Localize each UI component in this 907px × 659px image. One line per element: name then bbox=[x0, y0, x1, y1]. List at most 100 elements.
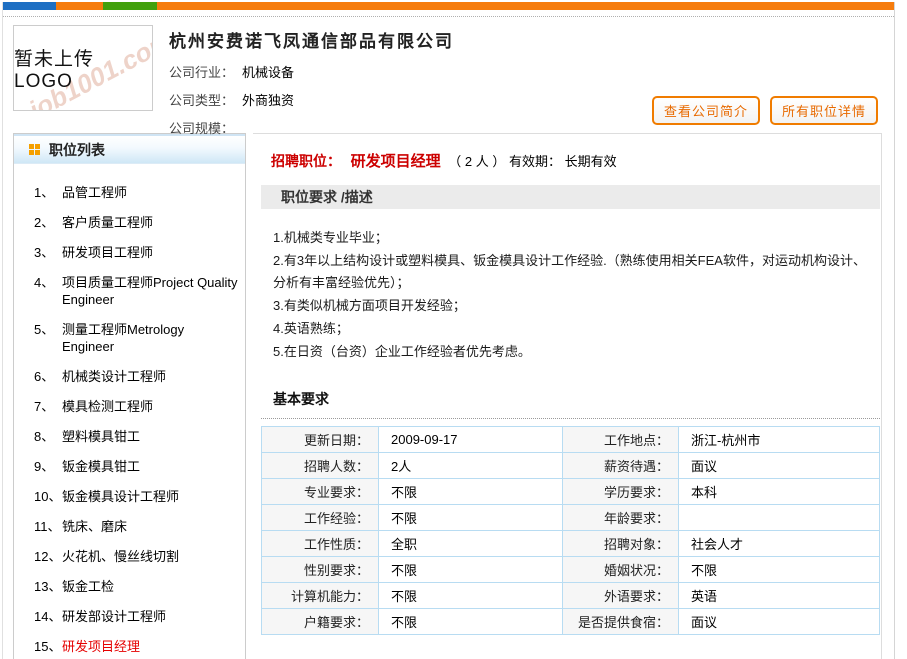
job-list-item[interactable]: 15、研发项目经理 bbox=[14, 632, 239, 659]
job-list-item-number: 3、 bbox=[14, 244, 62, 261]
req-label: 婚姻状况： bbox=[563, 557, 679, 583]
company-header: job1001.com 暂未上传LOGO 杭州安费诺飞凤通信部品有限公司 公司行… bbox=[3, 17, 894, 129]
view-company-profile-button[interactable]: 查看公司简介 bbox=[652, 96, 760, 125]
posting-title: 研发项目经理 bbox=[351, 153, 441, 170]
company-logo-placeholder: job1001.com 暂未上传LOGO bbox=[13, 25, 153, 111]
req-label: 计算机能力： bbox=[262, 583, 379, 609]
posting-validity: 长期有效 bbox=[565, 154, 617, 169]
job-list-item-label: 铣床、磨床 bbox=[62, 518, 127, 535]
job-list-item-label: 测量工程师Metrology Engineer bbox=[62, 321, 239, 355]
job-description-line: 3.有类似机械方面项目开发经验； bbox=[273, 295, 870, 317]
job-list-item-number: 14、 bbox=[14, 608, 62, 625]
job-list-title: 职位列表 bbox=[49, 140, 105, 160]
table-row: 性别要求：不限婚姻状况：不限 bbox=[262, 557, 880, 583]
topbar-green-segment bbox=[103, 2, 157, 10]
job-list-item[interactable]: 12、火花机、慢丝线切割 bbox=[14, 542, 239, 572]
company-field-row: 公司行业：机械设备 bbox=[169, 62, 454, 81]
job-list-item-label: 机械类设计工程师 bbox=[62, 368, 166, 385]
job-list-item-label: 品管工程师 bbox=[62, 184, 127, 201]
logo-placeholder-text: 暂未上传LOGO bbox=[14, 44, 152, 93]
req-label: 招聘人数： bbox=[262, 453, 379, 479]
req-label: 更新日期： bbox=[262, 427, 379, 453]
job-list-item-number: 4、 bbox=[14, 274, 62, 308]
req-label: 招聘对象： bbox=[563, 531, 679, 557]
job-list-item[interactable]: 13、钣金工检 bbox=[14, 572, 239, 602]
posting-headcount: （ 2 人 ） bbox=[448, 154, 505, 169]
job-list-item-number: 7、 bbox=[14, 398, 62, 415]
job-description-section-title: 职位要求 /描述 bbox=[261, 185, 880, 209]
job-list-item-number: 6、 bbox=[14, 368, 62, 385]
posting-header: 招聘职位： 研发项目经理 （ 2 人 ） 有效期： 长期有效 bbox=[271, 150, 880, 171]
req-value: 2009-09-17 bbox=[379, 427, 563, 453]
table-row: 户籍要求：不限是否提供食宿：面议 bbox=[262, 609, 880, 635]
job-list-item[interactable]: 11、铣床、磨床 bbox=[14, 512, 239, 542]
job-list-item-number: 12、 bbox=[14, 548, 62, 565]
job-list: 1、品管工程师2、客户质量工程师3、研发项目工程师4、项目质量工程师Projec… bbox=[14, 164, 245, 659]
req-label: 性别要求： bbox=[262, 557, 379, 583]
job-list-item-label: 塑料模具钳工 bbox=[62, 428, 140, 445]
table-row: 更新日期：2009-09-17工作地点：浙江-杭州市 bbox=[262, 427, 880, 453]
job-list-item[interactable]: 6、机械类设计工程师 bbox=[14, 362, 239, 392]
job-list-item[interactable]: 1、品管工程师 bbox=[14, 178, 239, 208]
job-list-item-number: 9、 bbox=[14, 458, 62, 475]
posting-validity-label: 有效期： bbox=[509, 154, 561, 169]
job-list-item-number: 15、 bbox=[14, 638, 62, 655]
job-list-item-label: 钣金模具钳工 bbox=[62, 458, 140, 475]
job-list-item[interactable]: 4、项目质量工程师Project Quality Engineer bbox=[14, 268, 239, 315]
req-value: 英语 bbox=[679, 583, 880, 609]
req-value: 不限 bbox=[379, 557, 563, 583]
job-description-line: 2.有3年以上结构设计或塑料模具、钣金模具设计工作经验.（熟练使用相关FEA软件… bbox=[273, 250, 870, 294]
job-list-item[interactable]: 8、塑料模具钳工 bbox=[14, 422, 239, 452]
req-label: 学历要求： bbox=[563, 479, 679, 505]
req-label: 年龄要求： bbox=[563, 505, 679, 531]
main-content: 招聘职位： 研发项目经理 （ 2 人 ） 有效期： 长期有效 职位要求 /描述 … bbox=[253, 133, 882, 659]
req-label: 户籍要求： bbox=[262, 609, 379, 635]
table-row: 计算机能力：不限外语要求：英语 bbox=[262, 583, 880, 609]
job-list-item[interactable]: 5、测量工程师Metrology Engineer bbox=[14, 315, 239, 362]
page: job1001.com 暂未上传LOGO 杭州安费诺飞凤通信部品有限公司 公司行… bbox=[2, 2, 895, 659]
job-list-item[interactable]: 7、模具检测工程师 bbox=[14, 392, 239, 422]
job-list-item[interactable]: 9、钣金模具钳工 bbox=[14, 452, 239, 482]
sidebar: 职位列表 1、品管工程师2、客户质量工程师3、研发项目工程师4、项目质量工程师P… bbox=[13, 133, 246, 659]
req-label: 外语要求： bbox=[563, 583, 679, 609]
all-jobs-detail-button[interactable]: 所有职位详情 bbox=[770, 96, 878, 125]
req-value: 本科 bbox=[679, 479, 880, 505]
req-label: 专业要求： bbox=[262, 479, 379, 505]
job-list-item-number: 2、 bbox=[14, 214, 62, 231]
topbar-orange-segment-long bbox=[157, 2, 894, 10]
req-table-body: 更新日期：2009-09-17工作地点：浙江-杭州市招聘人数：2人薪资待遇：面议… bbox=[262, 427, 880, 635]
company-field-label: 公司类型： bbox=[169, 93, 234, 108]
header-buttons: 查看公司简介所有职位详情 bbox=[642, 96, 878, 125]
req-value: 浙江-杭州市 bbox=[679, 427, 880, 453]
req-value: 不限 bbox=[379, 479, 563, 505]
req-value: 2人 bbox=[379, 453, 563, 479]
req-label: 工作经验： bbox=[262, 505, 379, 531]
job-list-item-label: 研发部设计工程师 bbox=[62, 608, 166, 625]
job-list-item[interactable]: 10、钣金模具设计工程师 bbox=[14, 482, 239, 512]
table-row: 专业要求：不限学历要求：本科 bbox=[262, 479, 880, 505]
job-list-item-number: 11、 bbox=[14, 518, 62, 535]
job-list-item-label: 项目质量工程师Project Quality Engineer bbox=[62, 274, 239, 308]
req-value bbox=[679, 505, 880, 531]
grid-icon bbox=[29, 144, 40, 155]
req-value: 社会人才 bbox=[679, 531, 880, 557]
posting-label: 招聘职位： bbox=[271, 153, 341, 169]
top-color-bar bbox=[3, 2, 894, 10]
req-value: 不限 bbox=[379, 609, 563, 635]
req-value: 不限 bbox=[379, 505, 563, 531]
req-value: 不限 bbox=[679, 557, 880, 583]
company-field-value: 外商独资 bbox=[242, 93, 294, 108]
company-name: 杭州安费诺飞凤通信部品有限公司 bbox=[169, 27, 454, 52]
req-label: 工作地点： bbox=[563, 427, 679, 453]
company-field-row: 公司规模： bbox=[169, 118, 454, 137]
job-description-line: 1.机械类专业毕业； bbox=[273, 227, 870, 249]
company-fields: 公司行业：机械设备公司类型： 外商独资公司规模： bbox=[169, 62, 454, 137]
job-list-item[interactable]: 2、客户质量工程师 bbox=[14, 208, 239, 238]
basic-requirements-title: 基本要求 bbox=[273, 389, 880, 418]
job-list-item[interactable]: 14、研发部设计工程师 bbox=[14, 602, 239, 632]
company-field-row: 公司类型： 外商独资 bbox=[169, 90, 454, 109]
job-list-item[interactable]: 3、研发项目工程师 bbox=[14, 238, 239, 268]
req-value: 面议 bbox=[679, 609, 880, 635]
job-description-line: 5.在日资（台资）企业工作经验者优先考虑。 bbox=[273, 341, 870, 363]
table-row: 招聘人数：2人薪资待遇：面议 bbox=[262, 453, 880, 479]
